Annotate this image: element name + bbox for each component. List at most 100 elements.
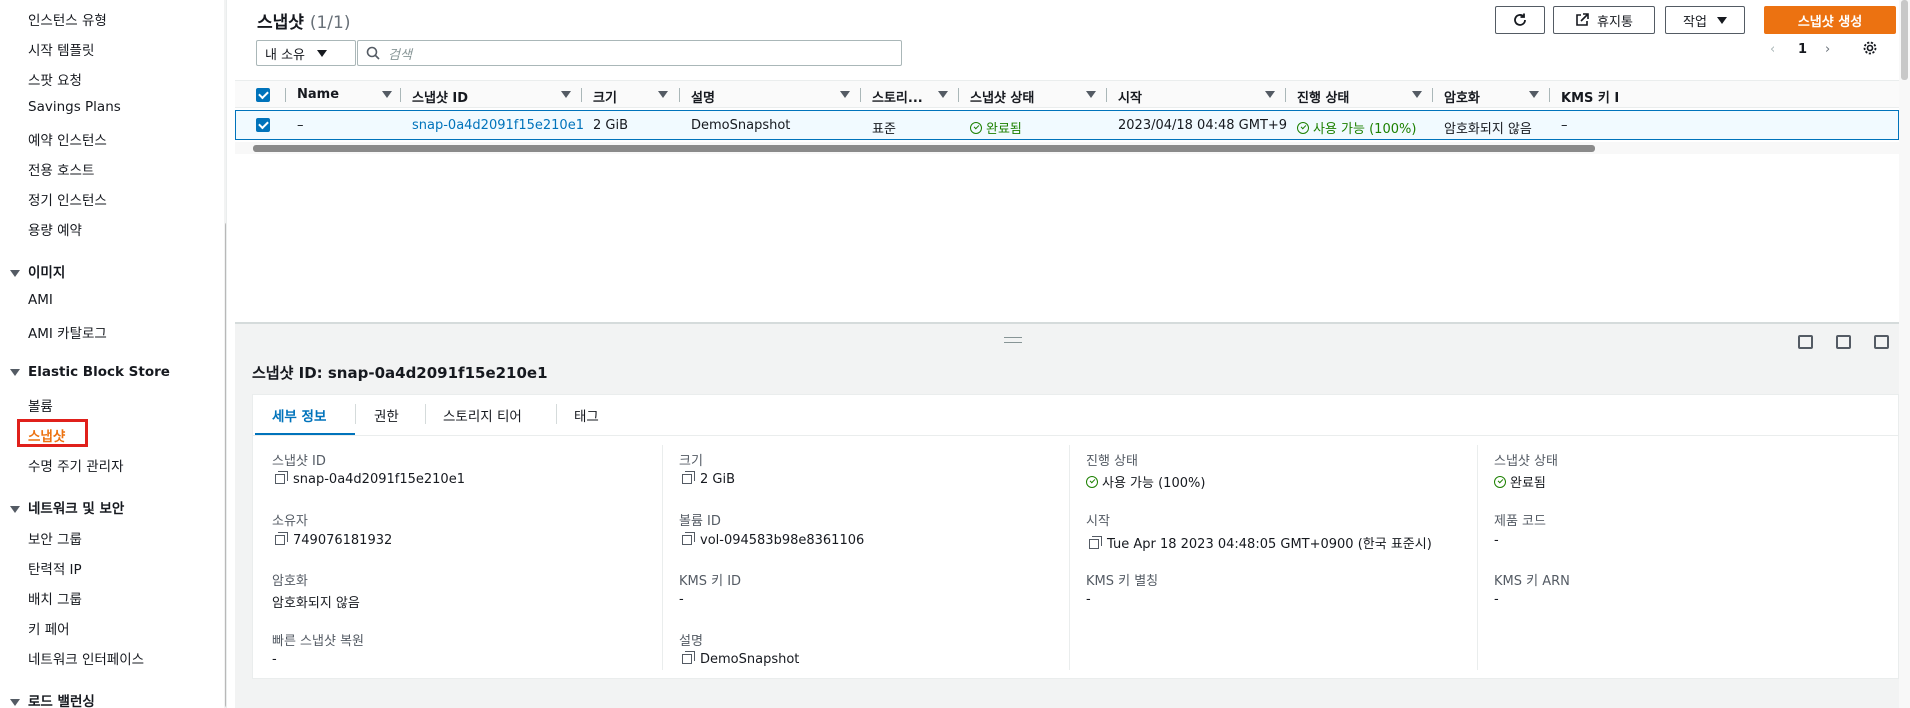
sidebar-item-dedicated-hosts[interactable]: 전용 호스트: [28, 159, 94, 179]
prev-page-button[interactable]: ‹: [1770, 42, 1775, 57]
column-header-started[interactable]: 시작: [1118, 87, 1142, 106]
sidebar-item-network-interfaces[interactable]: 네트워크 인터페이스: [28, 648, 144, 668]
field-value-size: 2 GiB: [682, 471, 735, 487]
refresh-button[interactable]: [1495, 6, 1545, 34]
cell-storage-tier: 표준: [872, 122, 896, 137]
search-icon: [366, 46, 380, 60]
column-header-storage-tier[interactable]: 스토리...: [872, 87, 923, 106]
sort-icon[interactable]: [1086, 91, 1096, 98]
sidebar-item-placement-groups[interactable]: 배치 그룹: [28, 588, 82, 608]
caret-down-icon: [317, 49, 328, 57]
cell-snapshot-state: 완료됨: [970, 118, 1022, 137]
layout-bottom-icon[interactable]: [1798, 335, 1813, 349]
owner-filter-select[interactable]: 내 소유: [256, 40, 356, 66]
sidebar-item-ami[interactable]: AMI: [28, 292, 53, 308]
create-snapshot-button[interactable]: 스냅샷 생성: [1764, 6, 1896, 34]
sort-icon[interactable]: [938, 91, 948, 98]
sidebar-section-ebs[interactable]: Elastic Block Store: [10, 364, 170, 380]
field-label-snapshot-id: 스냅샷 ID: [272, 454, 326, 469]
cell-snapshot-id-link[interactable]: snap-0a4d2091f15e210e1: [412, 118, 584, 133]
sidebar-section-load-balancing[interactable]: 로드 밸런싱: [10, 690, 95, 708]
table-horizontal-scrollbar[interactable]: [235, 142, 1899, 154]
sort-icon[interactable]: [561, 91, 571, 98]
refresh-icon: [1514, 13, 1526, 26]
sidebar-scrollbar-thumb[interactable]: [225, 222, 226, 708]
copy-icon[interactable]: [275, 471, 288, 484]
column-separator: [1432, 88, 1433, 102]
sidebar-item-lifecycle-manager[interactable]: 수명 주기 관리자: [28, 455, 124, 475]
field-label-started: 시작: [1086, 514, 1110, 529]
sidebar-item-capacity-reservations[interactable]: 용량 예약: [28, 219, 82, 239]
scrollbar-thumb[interactable]: [1901, 0, 1908, 80]
field-value-description: DemoSnapshot: [682, 651, 799, 667]
select-all-checkbox[interactable]: [256, 88, 270, 102]
sidebar-item-security-groups[interactable]: 보안 그룹: [28, 528, 82, 548]
sort-icon[interactable]: [840, 91, 850, 98]
field-value-volume-id[interactable]: vol-094583b98e8361106: [682, 532, 864, 548]
sidebar-item-volumes[interactable]: 볼륨: [28, 395, 53, 415]
copy-icon[interactable]: [1089, 536, 1102, 549]
external-link-icon: [1576, 13, 1589, 26]
sort-icon[interactable]: [1529, 91, 1539, 98]
sidebar-section-network-security[interactable]: 네트워크 및 보안: [10, 497, 124, 517]
tab-storage-tier[interactable]: 스토리지 티어: [443, 405, 522, 425]
sidebar-item-key-pairs[interactable]: 키 페어: [28, 618, 70, 638]
column-header-progress[interactable]: 진행 상태: [1297, 87, 1349, 106]
drag-handle-icon[interactable]: [1004, 337, 1022, 343]
column-header-description[interactable]: 설명: [691, 87, 715, 106]
column-header-snapshot-id[interactable]: 스냅샷 ID: [412, 87, 468, 106]
scrollbar-thumb[interactable]: [253, 145, 1595, 152]
field-label-encryption: 암호화: [272, 574, 308, 589]
actions-dropdown[interactable]: 작업: [1665, 6, 1745, 34]
tab-permissions[interactable]: 권한: [374, 405, 399, 425]
sort-icon[interactable]: [382, 91, 392, 98]
split-panel-divider[interactable]: [235, 322, 1899, 324]
column-header-kms-key[interactable]: KMS 키 I: [1561, 87, 1619, 106]
tab-tags[interactable]: 태그: [574, 405, 599, 425]
column-separator: [1106, 88, 1107, 102]
sidebar-item-elastic-ips[interactable]: 탄력적 IP: [28, 558, 82, 578]
page-number[interactable]: 1: [1798, 42, 1807, 57]
column-header-size[interactable]: 크기: [593, 87, 617, 106]
field-value-snapshot-id[interactable]: snap-0a4d2091f15e210e1: [275, 471, 465, 487]
column-separator: [1285, 88, 1286, 102]
layout-full-icon[interactable]: [1874, 335, 1889, 349]
column-header-name[interactable]: Name: [297, 87, 339, 102]
tab-details[interactable]: 세부 정보: [272, 405, 326, 425]
sidebar-item-spot-requests[interactable]: 스팟 요청: [28, 69, 82, 89]
copy-icon[interactable]: [682, 651, 695, 664]
next-page-button[interactable]: ›: [1825, 42, 1830, 57]
search-input[interactable]: 검색: [357, 40, 902, 66]
sort-icon[interactable]: [1265, 91, 1275, 98]
field-label-size: 크기: [679, 454, 703, 469]
snapshots-panel: 스냅샷 (1/1) 휴지통 작업 스냅샷 생성 내 소유 검색 ‹ 1 › Na…: [235, 0, 1899, 322]
settings-gear-icon[interactable]: [1862, 40, 1878, 60]
field-label-description: 설명: [679, 634, 703, 649]
row-checkbox[interactable]: [256, 118, 270, 132]
tab-separator: [556, 404, 557, 424]
sort-icon[interactable]: [658, 91, 668, 98]
field-value-kms-id: -: [679, 592, 684, 607]
sidebar-item-launch-templates[interactable]: 시작 템플릿: [28, 39, 94, 59]
column-header-snapshot-state[interactable]: 스냅샷 상태: [970, 87, 1034, 106]
detail-title: 스냅샷 ID: snap-0a4d2091f15e210e1: [252, 364, 548, 382]
copy-icon[interactable]: [682, 471, 695, 484]
field-label-fast-restore: 빠른 스냅샷 복원: [272, 634, 364, 649]
table-row[interactable]: – snap-0a4d2091f15e210e1 2 GiB DemoSnaps…: [235, 110, 1899, 140]
layout-side-icon[interactable]: [1836, 335, 1851, 349]
sidebar-item-ami-catalog[interactable]: AMI 카탈로그: [28, 322, 107, 342]
sort-icon[interactable]: [1412, 91, 1422, 98]
sidebar-section-images[interactable]: 이미지: [10, 261, 65, 281]
sidebar-nav: 인스턴스 유형 시작 템플릿 스팟 요청 Savings Plans 예약 인스…: [0, 0, 227, 708]
copy-icon[interactable]: [682, 532, 695, 545]
column-header-encryption[interactable]: 암호화: [1444, 87, 1480, 106]
copy-icon[interactable]: [275, 532, 288, 545]
recycle-bin-button[interactable]: 휴지통: [1553, 6, 1655, 34]
sidebar-item-savings-plans[interactable]: Savings Plans: [28, 99, 121, 115]
selection-count: (1/1): [309, 13, 351, 33]
sidebar-item-instance-types[interactable]: 인스턴스 유형: [28, 9, 107, 29]
sidebar-item-scheduled-instances[interactable]: 정기 인스턴스: [28, 189, 107, 209]
sidebar-item-reserved-instances[interactable]: 예약 인스턴스: [28, 129, 107, 149]
field-value-kms-arn: -: [1494, 592, 1499, 607]
page-vertical-scrollbar[interactable]: [1899, 0, 1910, 708]
